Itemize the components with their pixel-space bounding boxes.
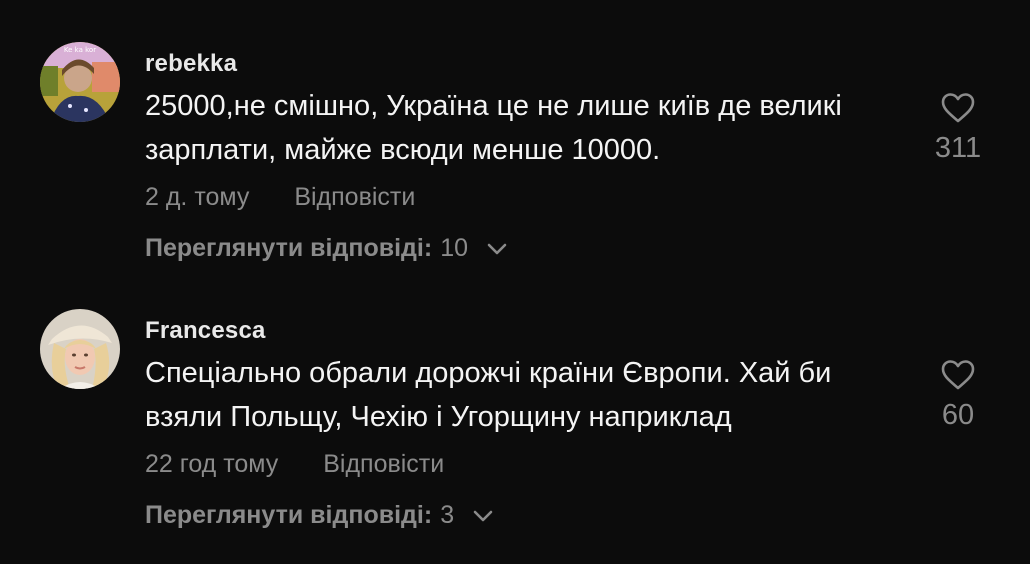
comment-text: 25000,не смішно, Україна це не лише київ…	[145, 90, 842, 166]
view-replies-button[interactable]: Переглянути відповіді: 3	[145, 501, 494, 530]
replies-count: 10	[440, 234, 468, 262]
comment-timestamp: 2 д. тому	[145, 183, 250, 211]
comment-timestamp: 22 год тому	[145, 450, 279, 478]
username[interactable]: Francesca	[145, 317, 266, 345]
avatar-photo-icon: Ke ka kor	[40, 42, 120, 122]
comment-text: Спеціально обрали дорожчі країни Європи.…	[145, 357, 832, 433]
like-button[interactable]: 60	[922, 359, 994, 432]
reply-button[interactable]: Відповісти	[294, 183, 415, 212]
like-count: 60	[941, 399, 975, 431]
chevron-down-icon	[487, 243, 507, 254]
chevron-down-icon	[473, 510, 493, 521]
like-count: 311	[934, 132, 982, 164]
view-replies-button[interactable]: Переглянути відповіді: 10	[145, 234, 508, 263]
avatar-caption: Ke ka kor	[64, 46, 96, 54]
reply-button[interactable]: Відповісти	[323, 450, 444, 479]
comment-meta: 2 д. тому Відповісти	[145, 183, 415, 212]
username[interactable]: rebekka	[145, 50, 237, 78]
avatar-photo-icon	[40, 309, 120, 389]
view-replies-label: Переглянути відповіді:	[145, 501, 433, 529]
view-replies-label: Переглянути відповіді:	[145, 234, 433, 262]
like-button[interactable]: 311	[922, 92, 994, 165]
avatar[interactable]	[40, 309, 120, 389]
comment-meta: 22 год тому Відповісти	[145, 450, 444, 479]
replies-count: 3	[440, 501, 455, 529]
avatar[interactable]: Ke ka kor	[40, 42, 120, 122]
heart-outline-icon	[941, 360, 975, 390]
heart-outline-icon	[941, 93, 975, 123]
